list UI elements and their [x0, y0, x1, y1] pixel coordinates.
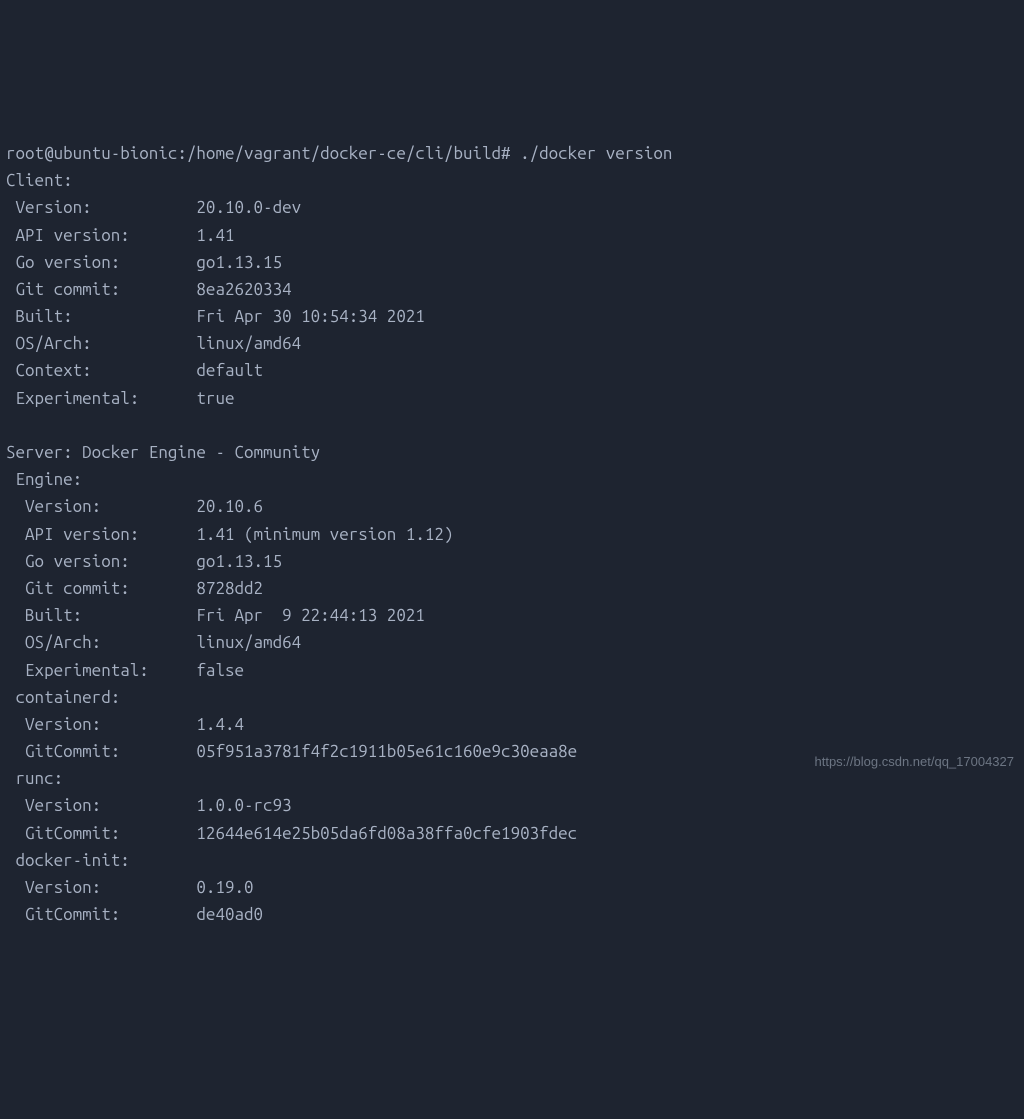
dinit-version-row: Version: 0.19.0 [6, 874, 1018, 901]
engine-go-value: go1.13.15 [196, 552, 282, 571]
client-go-value: go1.13.15 [196, 253, 282, 272]
runc-git-row: GitCommit: 12644e614e25b05da6fd08a38ffa0… [6, 820, 1018, 847]
engine-experimental-row: Experimental: false [6, 657, 1018, 684]
client-built-value: Fri Apr 30 10:54:34 2021 [196, 307, 424, 326]
client-experimental-key: Experimental: [6, 385, 196, 412]
docker-init-header: docker-init: [6, 851, 130, 870]
containerd-header: containerd: [6, 688, 120, 707]
runc-version-value: 1.0.0-rc93 [196, 796, 291, 815]
client-built-key: Built: [6, 303, 196, 330]
shell-prompt: root@ubuntu-bionic:/home/vagrant/docker-… [6, 144, 672, 163]
containerd-version-row: Version: 1.4.4 [6, 711, 1018, 738]
engine-os-row: OS/Arch: linux/amd64 [6, 629, 1018, 656]
client-os-key: OS/Arch: [6, 330, 196, 357]
client-context-row: Context: default [6, 357, 1018, 384]
client-api-key: API version: [6, 222, 196, 249]
engine-os-key: OS/Arch: [6, 629, 196, 656]
dinit-git-row: GitCommit: de40ad0 [6, 901, 1018, 928]
server-header: Server: Docker Engine - Community [6, 443, 320, 462]
containerd-git-value: 05f951a3781f4f2c1911b05e61c160e9c30eaa8e [196, 742, 577, 761]
engine-git-key: Git commit: [6, 575, 196, 602]
engine-header: Engine: [6, 470, 82, 489]
engine-experimental-key: Experimental: [6, 657, 196, 684]
client-os-value: linux/amd64 [196, 334, 301, 353]
client-experimental-value: true [196, 389, 234, 408]
client-go-row: Go version: go1.13.15 [6, 249, 1018, 276]
engine-os-value: linux/amd64 [196, 633, 301, 652]
engine-experimental-value: false [196, 661, 244, 680]
engine-version-value: 20.10.6 [196, 497, 263, 516]
client-context-value: default [196, 361, 263, 380]
engine-go-key: Go version: [6, 548, 196, 575]
client-context-key: Context: [6, 357, 196, 384]
engine-api-value: 1.41 (minimum version 1.12) [196, 525, 453, 544]
client-api-value: 1.41 [196, 226, 234, 245]
dinit-git-key: GitCommit: [6, 901, 196, 928]
client-git-key: Git commit: [6, 276, 196, 303]
engine-api-key: API version: [6, 521, 196, 548]
engine-built-key: Built: [6, 602, 196, 629]
client-go-key: Go version: [6, 249, 196, 276]
client-version-value: 20.10.0-dev [196, 198, 301, 217]
dinit-git-value: de40ad0 [196, 905, 263, 924]
engine-built-value: Fri Apr 9 22:44:13 2021 [196, 606, 424, 625]
client-version-row: Version: 20.10.0-dev [6, 194, 1018, 221]
runc-version-row: Version: 1.0.0-rc93 [6, 792, 1018, 819]
watermark-text: https://blog.csdn.net/qq_17004327 [815, 752, 1015, 773]
client-header: Client: [6, 171, 73, 190]
engine-version-key: Version: [6, 493, 196, 520]
engine-git-value: 8728dd2 [196, 579, 263, 598]
client-git-value: 8ea2620334 [196, 280, 291, 299]
engine-built-row: Built: Fri Apr 9 22:44:13 2021 [6, 602, 1018, 629]
containerd-git-key: GitCommit: [6, 738, 196, 765]
containerd-version-value: 1.4.4 [196, 715, 244, 734]
engine-go-row: Go version: go1.13.15 [6, 548, 1018, 575]
client-git-row: Git commit: 8ea2620334 [6, 276, 1018, 303]
dinit-version-key: Version: [6, 874, 196, 901]
runc-version-key: Version: [6, 792, 196, 819]
containerd-version-key: Version: [6, 711, 196, 738]
engine-api-row: API version: 1.41 (minimum version 1.12) [6, 521, 1018, 548]
client-version-key: Version: [6, 194, 196, 221]
client-os-row: OS/Arch: linux/amd64 [6, 330, 1018, 357]
engine-git-row: Git commit: 8728dd2 [6, 575, 1018, 602]
engine-version-row: Version: 20.10.6 [6, 493, 1018, 520]
client-experimental-row: Experimental: true [6, 385, 1018, 412]
runc-git-value: 12644e614e25b05da6fd08a38ffa0cfe1903fdec [196, 824, 577, 843]
runc-git-key: GitCommit: [6, 820, 196, 847]
terminal-output[interactable]: root@ubuntu-bionic:/home/vagrant/docker-… [6, 113, 1018, 929]
client-built-row: Built: Fri Apr 30 10:54:34 2021 [6, 303, 1018, 330]
client-api-row: API version: 1.41 [6, 222, 1018, 249]
dinit-version-value: 0.19.0 [196, 878, 253, 897]
